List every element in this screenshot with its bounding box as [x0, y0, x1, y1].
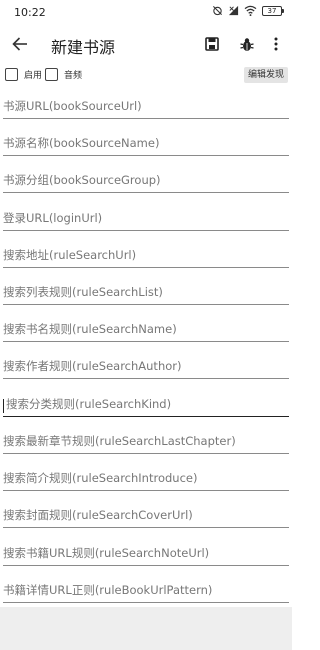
bottom-bar — [0, 607, 292, 650]
app-bar: 新建书源 — [0, 26, 292, 62]
text-cursor — [3, 399, 4, 413]
status-icons: 37 — [212, 5, 284, 16]
login-url-field[interactable]: 登录URL(loginUrl) — [3, 203, 289, 231]
enable-checkbox[interactable]: 启用 — [5, 68, 42, 81]
bug-icon — [240, 37, 254, 51]
rule-search-kind-field[interactable]: 搜索分类规则(ruleSearchKind) — [3, 389, 289, 417]
alarm-off-icon — [212, 5, 223, 16]
audio-checkbox-label: 音频 — [64, 71, 83, 81]
rule-search-last-chapter-field[interactable]: 搜索最新章节规则(ruleSearchLastChapter) — [3, 426, 289, 454]
enable-checkbox-box[interactable] — [5, 68, 18, 81]
rule-search-url-field[interactable]: 搜索地址(ruleSearchUrl) — [3, 240, 289, 268]
back-button[interactable] — [8, 32, 32, 56]
field-placeholder: 搜索简介规则(ruleSearchIntroduce) — [3, 471, 198, 485]
rule-search-introduce-field[interactable]: 搜索简介规则(ruleSearchIntroduce) — [3, 463, 289, 491]
field-placeholder: 搜索地址(ruleSearchUrl) — [3, 248, 137, 262]
field-placeholder: 搜索列表规则(ruleSearchList) — [3, 285, 163, 299]
edit-discover-button[interactable]: 编辑发现 — [243, 67, 288, 83]
more-vert-icon — [274, 37, 278, 51]
field-placeholder: 登录URL(loginUrl) — [3, 211, 103, 225]
rule-search-cover-url-field[interactable]: 搜索封面规则(ruleSearchCoverUrl) — [3, 500, 289, 528]
audio-checkbox[interactable]: 音频 — [45, 68, 82, 81]
book-source-group-field[interactable]: 书源分组(bookSourceGroup) — [3, 165, 289, 193]
field-placeholder: 搜索书名规则(ruleSearchName) — [3, 322, 177, 336]
status-time: 10:22 — [14, 6, 46, 19]
rule-book-url-pattern-field[interactable]: 书籍详情URL正则(ruleBookUrlPattern) — [3, 575, 289, 603]
field-placeholder: 书籍详情URL正则(ruleBookUrlPattern) — [3, 583, 213, 597]
field-placeholder: 书源URL(bookSourceUrl) — [3, 99, 142, 113]
rule-search-name-field[interactable]: 搜索书名规则(ruleSearchName) — [3, 314, 289, 342]
field-placeholder: 搜索作者规则(ruleSearchAuthor) — [3, 359, 182, 373]
more-options-button[interactable] — [268, 34, 284, 54]
field-placeholder: 书源名称(bookSourceName) — [3, 136, 160, 150]
field-placeholder: 搜索书籍URL规则(ruleSearchNoteUrl) — [3, 546, 210, 560]
field-placeholder: 搜索分类规则(ruleSearchKind) — [6, 397, 172, 411]
book-source-name-field[interactable]: 书源名称(bookSourceName) — [3, 128, 289, 156]
field-placeholder: 搜索封面规则(ruleSearchCoverUrl) — [3, 508, 193, 522]
enable-checkbox-label: 启用 — [24, 71, 43, 81]
field-placeholder: 书源分组(bookSourceGroup) — [3, 173, 161, 187]
options-row: 启用 音频 编辑发现 — [0, 64, 292, 86]
rule-search-list-field[interactable]: 搜索列表规则(ruleSearchList) — [3, 277, 289, 305]
rule-search-author-field[interactable]: 搜索作者规则(ruleSearchAuthor) — [3, 351, 289, 379]
battery-icon: 37 — [262, 5, 284, 16]
arrow-left-icon — [12, 37, 27, 51]
page-title: 新建书源 — [51, 38, 116, 57]
book-source-url-field[interactable]: 书源URL(bookSourceUrl) — [3, 91, 289, 119]
rule-search-note-url-field[interactable]: 搜索书籍URL规则(ruleSearchNoteUrl) — [3, 538, 289, 566]
save-button[interactable] — [202, 34, 222, 54]
debug-button[interactable] — [237, 34, 257, 54]
wifi-icon — [244, 5, 257, 16]
audio-checkbox-box[interactable] — [45, 68, 58, 81]
save-icon — [205, 37, 219, 51]
signal-x-icon — [228, 5, 239, 16]
status-bar: 10:22 37 — [0, 0, 292, 26]
field-placeholder: 搜索最新章节规则(ruleSearchLastChapter) — [3, 434, 236, 448]
